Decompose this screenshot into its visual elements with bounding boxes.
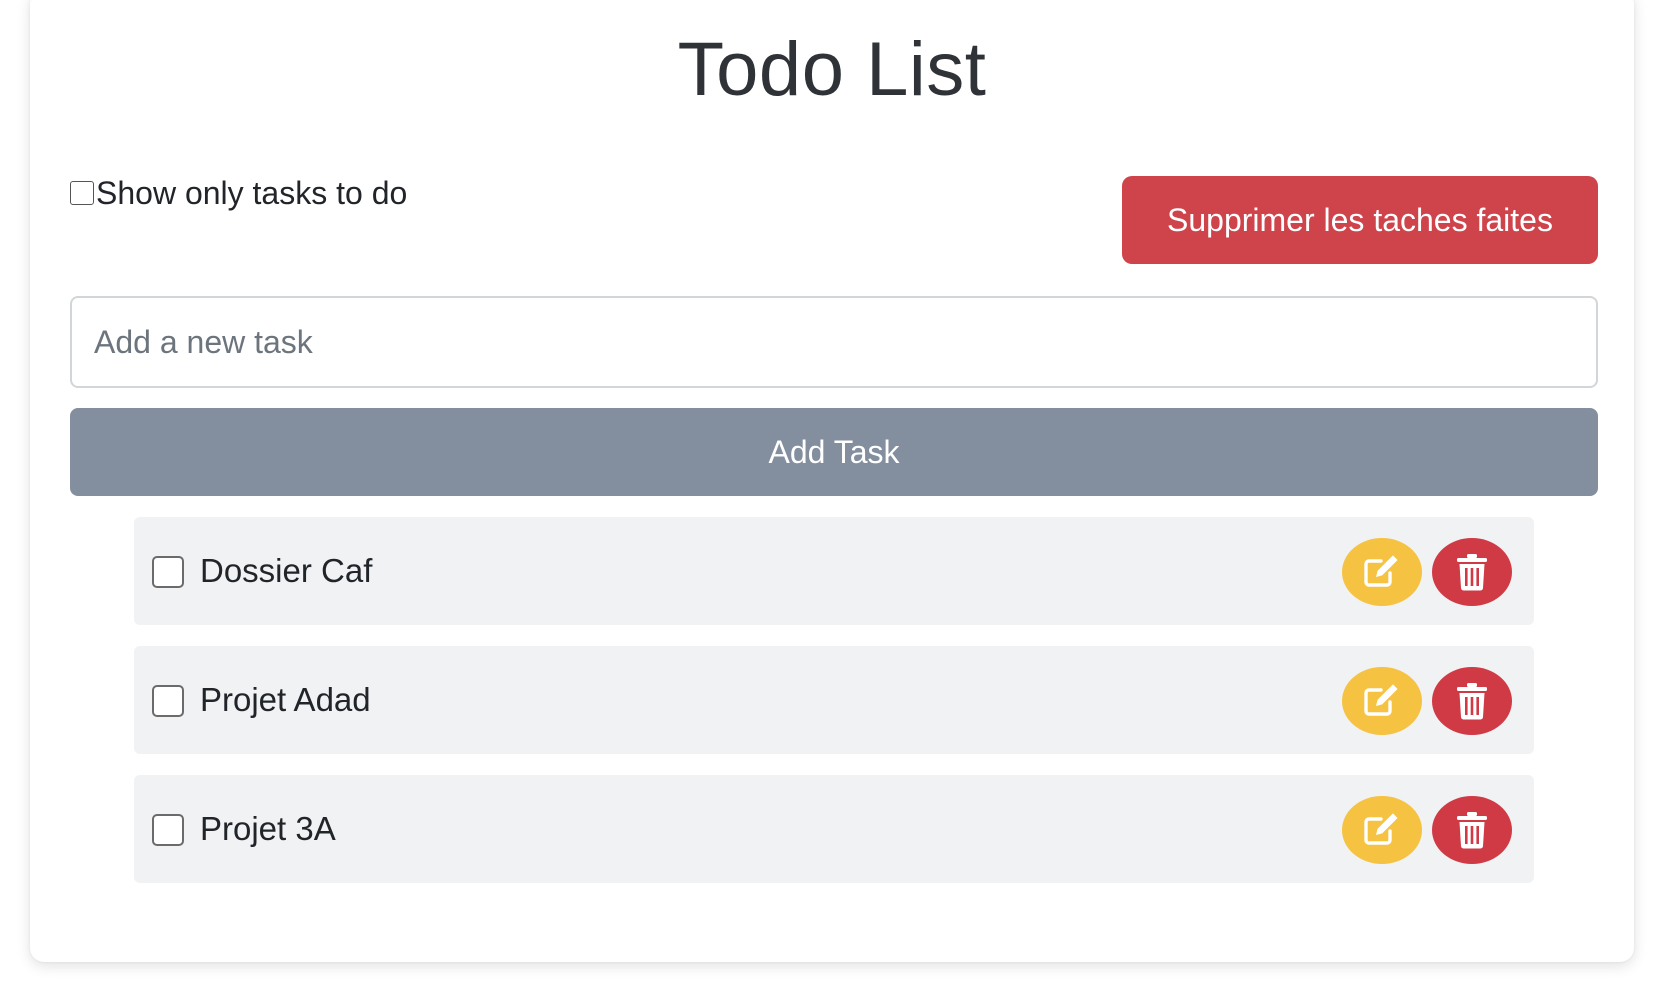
task-label: Dossier Caf (200, 552, 373, 589)
task-label: Projet Adad (200, 681, 371, 718)
edit-task-button[interactable] (1342, 538, 1422, 606)
task-done-checkbox[interactable] (152, 556, 184, 588)
show-todo-only-toggle[interactable]: Show only tasks to do (70, 173, 407, 213)
task-list: Dossier Caf Projet Adad Projet 3A (134, 517, 1534, 904)
todo-card: Todo List Show only tasks to do Supprime… (30, 0, 1634, 962)
task-item: Dossier Caf (134, 517, 1534, 625)
edit-icon (1364, 813, 1398, 845)
new-task-input[interactable]: Add a new task (70, 296, 1598, 388)
delete-task-button[interactable] (1432, 538, 1512, 606)
task-done-checkbox[interactable] (152, 685, 184, 717)
page-title: Todo List (677, 27, 987, 112)
edit-task-button[interactable] (1342, 667, 1422, 735)
delete-done-tasks-button[interactable]: Supprimer les taches faites (1122, 176, 1598, 264)
add-task-button[interactable]: Add Task (70, 408, 1598, 496)
edit-icon (1364, 684, 1398, 716)
task-item: Projet 3A (134, 775, 1534, 883)
delete-task-button[interactable] (1432, 667, 1512, 735)
trash-icon (1457, 812, 1487, 849)
show-todo-only-label: Show only tasks to do (96, 174, 408, 211)
trash-icon (1457, 683, 1487, 720)
show-todo-only-checkbox[interactable] (70, 181, 94, 205)
edit-task-button[interactable] (1342, 796, 1422, 864)
task-label: Projet 3A (200, 810, 336, 847)
delete-task-button[interactable] (1432, 796, 1512, 864)
task-item: Projet Adad (134, 646, 1534, 754)
edit-icon (1364, 555, 1398, 587)
task-done-checkbox[interactable] (152, 814, 184, 846)
trash-icon (1457, 554, 1487, 591)
